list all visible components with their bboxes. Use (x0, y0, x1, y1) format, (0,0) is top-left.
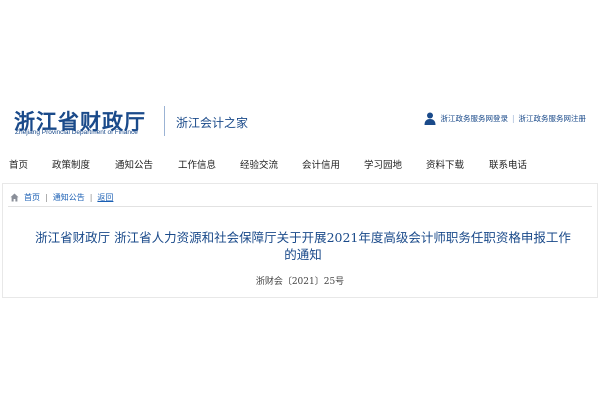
breadcrumb-back[interactable]: 返回 (97, 192, 113, 203)
breadcrumb-notices[interactable]: 通知公告 (53, 192, 85, 203)
logo-divider (164, 106, 165, 136)
site-header: 浙江省财政厅 Zhejiang Provincial Department of… (0, 96, 600, 146)
nav-item-notices[interactable]: 通知公告 (115, 152, 153, 180)
breadcrumb-home[interactable]: 首页 (24, 192, 40, 203)
site-name[interactable]: 浙江会计之家 (176, 114, 248, 131)
breadcrumb-separator: | (89, 193, 93, 202)
nav-item-policies[interactable]: 政策制度 (52, 152, 90, 180)
nav-item-home[interactable]: 首页 (9, 152, 28, 180)
home-icon[interactable] (10, 193, 19, 202)
content-panel: 首页 | 通知公告 | 返回 浙江省财政厅 浙江省人力资源和社会保障厅关于开展2… (2, 183, 598, 298)
nav-item-work-info[interactable]: 工作信息 (178, 152, 216, 180)
login-link[interactable]: 浙江政务服务网登录 (440, 113, 508, 124)
login-separator: | (511, 114, 515, 123)
logo-subtitle: Zhejiang Provincial Department of Financ… (15, 129, 138, 136)
nav-item-experience[interactable]: 经验交流 (240, 152, 278, 180)
nav-item-contact[interactable]: 联系电话 (489, 152, 527, 180)
breadcrumb-separator: | (45, 193, 48, 202)
nav-item-learning[interactable]: 学习园地 (364, 152, 402, 180)
breadcrumb: 首页 | 通知公告 | 返回 (10, 192, 113, 203)
nav-item-downloads[interactable]: 资料下载 (426, 152, 464, 180)
login-area: 浙江政务服务网登录 | 浙江政务服务网注册 (424, 112, 586, 125)
user-icon (424, 112, 436, 125)
nav-item-credit[interactable]: 会计信用 (302, 152, 340, 180)
register-link[interactable]: 浙江政务服务网注册 (519, 113, 587, 124)
breadcrumb-divider (8, 206, 592, 207)
main-nav: 首页 政策制度 通知公告 工作信息 经验交流 会计信用 学习园地 资料下载 联系… (0, 152, 600, 180)
article-title: 浙江省财政厅 浙江省人力资源和社会保障厅关于开展2021年度高级会计师职务任职资… (35, 230, 571, 262)
document-number: 浙财会〔2021〕25号 (255, 277, 345, 287)
